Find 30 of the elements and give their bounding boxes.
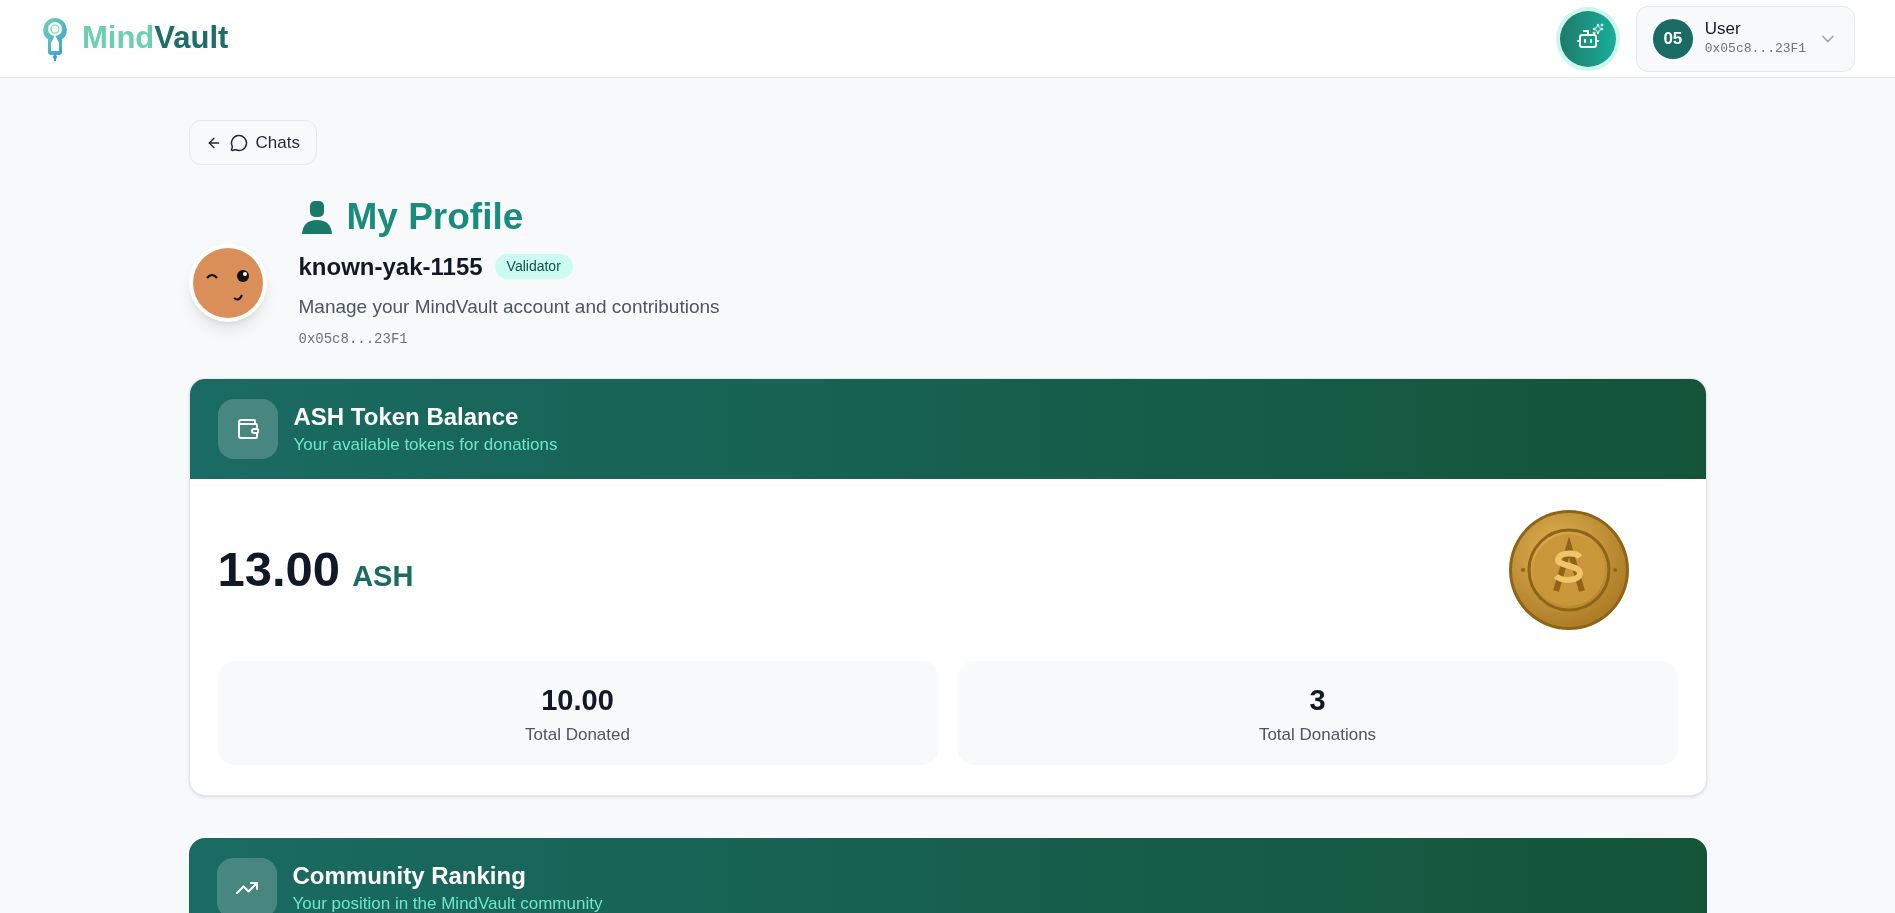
card-title: ASH Token Balance	[293, 402, 520, 432]
card-subtitle: Your available tokens for donations	[293, 434, 558, 456]
coin-icon	[1507, 509, 1630, 631]
back-to-chats-button[interactable]: Chats	[188, 120, 317, 165]
ai-assistant-button[interactable]	[1560, 10, 1616, 67]
wallet-icon	[217, 399, 278, 459]
logo-text: Mind	[82, 20, 155, 56]
stat-label: Total Donations	[1258, 724, 1377, 746]
username: known-yak-1155	[298, 251, 483, 282]
role-badge: Validator	[494, 254, 573, 279]
stat-label: Total Donated	[525, 724, 630, 746]
wallet-address: 0x05c8...23F1	[298, 330, 409, 349]
keyhole-brain-logo-icon	[40, 15, 70, 62]
sparkles-icon	[1592, 22, 1604, 35]
balance-amount: 13.00	[217, 541, 341, 599]
balance-unit: ASH	[352, 559, 414, 595]
profile-description: Manage your MindVault account and contributions	[298, 294, 720, 319]
page-title: My Profile	[346, 195, 524, 239]
user-name: User	[1704, 18, 1741, 39]
logo[interactable]: MindVault	[40, 15, 229, 62]
card-subtitle: Your position in the MindVault community	[292, 893, 603, 913]
chat-bubble-icon	[229, 133, 248, 152]
wallet-address: 0x05c8...23F1	[1704, 39, 1807, 58]
user-avatar: 05	[1653, 18, 1693, 59]
stat-value: 10.00	[541, 682, 614, 718]
stat-value: 3	[1309, 682, 1326, 718]
card-title: Community Ranking	[292, 861, 527, 891]
logo-text: Vault	[154, 20, 229, 56]
user-menu-button[interactable]: 05 User 0x05c8...23F1	[1636, 5, 1855, 72]
trending-up-icon	[216, 858, 277, 913]
